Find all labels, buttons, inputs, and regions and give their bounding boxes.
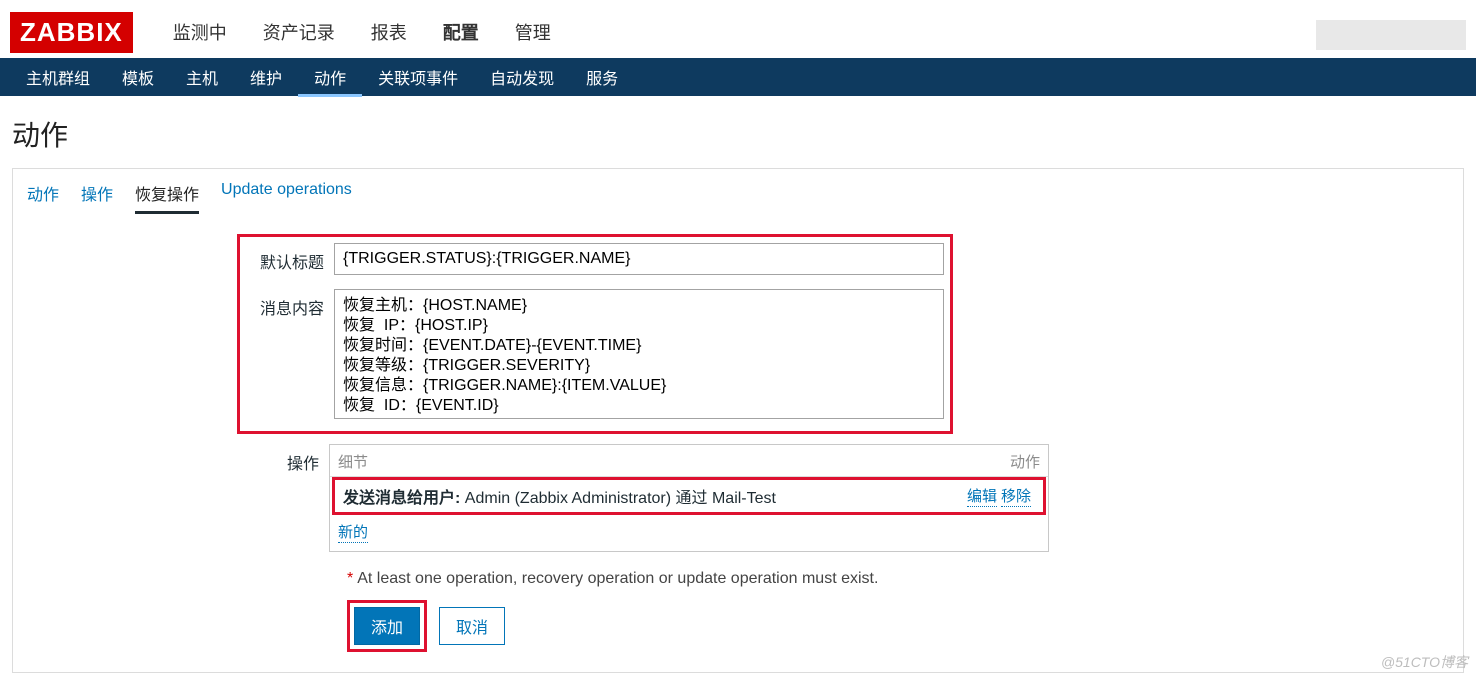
operations-table: 细节 动作 发送消息给用户: Admin (Zabbix Administrat… <box>329 444 1049 552</box>
col-action: 动作 <box>1010 451 1040 472</box>
main-nav-configuration[interactable]: 配置 <box>425 3 497 61</box>
cancel-button[interactable]: 取消 <box>439 607 505 645</box>
message-textarea[interactable] <box>334 289 944 419</box>
main-nav: 监测中 资产记录 报表 配置 管理 <box>155 3 569 61</box>
logo: ZABBIX <box>10 12 133 53</box>
sub-nav-actions[interactable]: 动作 <box>298 57 362 97</box>
operation-row: 发送消息给用户: Admin (Zabbix Administrator) 通过… <box>335 480 1043 512</box>
top-bar: ZABBIX 监测中 资产记录 报表 配置 管理 <box>0 0 1476 58</box>
watermark: @51CTO博客 <box>1381 652 1468 672</box>
operations-table-header: 细节 动作 <box>330 445 1048 477</box>
form-tabs: 动作 操作 恢复操作 Update operations <box>13 179 1463 214</box>
search-input[interactable] <box>1316 20 1466 50</box>
main-nav-reports[interactable]: 报表 <box>353 3 425 61</box>
sub-nav: 主机群组 模板 主机 维护 动作 关联项事件 自动发现 服务 <box>0 58 1476 96</box>
label-message: 消息内容 <box>246 289 334 319</box>
page-title: 动作 <box>0 96 1476 168</box>
form-panel: 动作 操作 恢复操作 Update operations 默认标题 消息内容 操… <box>12 168 1464 673</box>
tab-recovery-operations[interactable]: 恢复操作 <box>135 181 199 214</box>
recovery-form: 默认标题 消息内容 操作 细节 动作 <box>13 234 1463 652</box>
highlight-subject-message: 默认标题 消息内容 <box>237 234 953 434</box>
sub-nav-maintenance[interactable]: 维护 <box>234 57 298 97</box>
default-subject-input[interactable] <box>334 243 944 275</box>
tab-operations[interactable]: 操作 <box>81 181 113 214</box>
operation-detail: 发送消息给用户: Admin (Zabbix Administrator) 通过… <box>343 484 967 508</box>
tab-action[interactable]: 动作 <box>27 181 59 214</box>
hint-text: At least one operation, recovery operati… <box>357 570 878 587</box>
operations-hint: *At least one operation, recovery operat… <box>347 558 1449 600</box>
main-nav-monitoring[interactable]: 监测中 <box>155 3 245 61</box>
edit-operation-link[interactable]: 编辑 <box>967 485 997 507</box>
operation-detail-rest: Admin (Zabbix Administrator) 通过 Mail-Tes… <box>460 490 776 507</box>
sub-nav-host-groups[interactable]: 主机群组 <box>10 57 106 97</box>
sub-nav-templates[interactable]: 模板 <box>106 57 170 97</box>
operation-detail-bold: 发送消息给用户: <box>343 490 460 507</box>
new-operation-link[interactable]: 新的 <box>338 521 368 543</box>
remove-operation-link[interactable]: 移除 <box>1001 485 1031 507</box>
col-detail: 细节 <box>338 451 1010 472</box>
highlight-add-button: 添加 <box>347 600 427 652</box>
main-nav-inventory[interactable]: 资产记录 <box>245 3 353 61</box>
sub-nav-hosts[interactable]: 主机 <box>170 57 234 97</box>
sub-nav-discovery[interactable]: 自动发现 <box>474 57 570 97</box>
main-nav-administration[interactable]: 管理 <box>497 3 569 61</box>
label-default-subject: 默认标题 <box>246 243 334 273</box>
button-bar: 添加 取消 <box>347 600 1449 652</box>
tab-update-operations[interactable]: Update operations <box>221 181 352 214</box>
sub-nav-services[interactable]: 服务 <box>570 57 634 97</box>
required-asterisk: * <box>347 570 353 587</box>
label-operations: 操作 <box>27 444 329 474</box>
add-button[interactable]: 添加 <box>354 607 420 645</box>
